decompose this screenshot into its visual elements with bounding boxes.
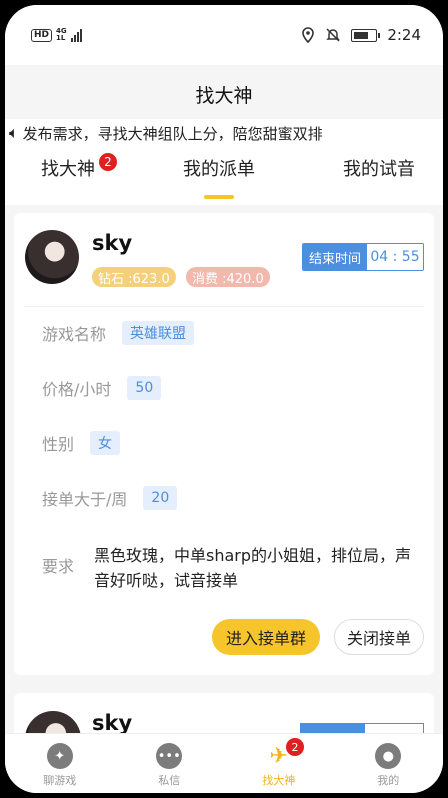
message-icon: ••• [156, 743, 183, 769]
nav-label: 私信 [158, 774, 181, 787]
end-time-value: 04 : 55 [367, 244, 423, 270]
speaker-icon: 🔈︎ [9, 123, 19, 142]
tab-my-orders[interactable]: 我的派单 [183, 147, 255, 189]
game-label: 游戏名称 [42, 325, 107, 344]
gender-row: 性别 女 [42, 431, 121, 455]
tab-bar: 找大神 2 我的派单 我的试音 [5, 147, 443, 205]
gender-tag: 女 [90, 431, 121, 455]
price-label: 价格/小时 [42, 380, 112, 399]
diamond-badge: 钻石 :623.0 [92, 267, 176, 287]
end-time-box: 结束时间 04 : 55 [302, 243, 424, 271]
chat-game-icon: ✦ [46, 743, 73, 769]
user-icon: ● [375, 743, 402, 769]
network-sub: 1L [56, 34, 66, 42]
nav-chat-game[interactable]: ✦ 聊游戏 [5, 734, 115, 793]
requirement-text: 黑色玫瑰，中单sharp的小姐姐，排位局，声音好听哒，试音接单 [94, 546, 412, 590]
signal-icon [70, 28, 82, 42]
game-row: 游戏名称 英雄联盟 [42, 321, 195, 345]
price-row: 价格/小时 50 [42, 376, 162, 400]
gender-label: 性别 [42, 435, 75, 454]
nav-label: 我的 [377, 774, 400, 787]
nav-find-master[interactable]: ✈ 2 找大神 [224, 734, 334, 793]
avatar[interactable] [25, 230, 79, 284]
battery-icon [351, 28, 381, 42]
status-bar: HD 4G 1L 2:24 [5, 5, 443, 65]
hd-indicator: HD [31, 28, 53, 42]
page-title: 找大神 [5, 65, 443, 123]
tab-label: 找大神 [41, 159, 95, 180]
tab-badge: 2 [99, 153, 117, 171]
status-left: HD 4G 1L [31, 28, 82, 42]
status-right: 2:24 [301, 26, 421, 44]
requirement-row: 要求 [42, 553, 74, 577]
end-time-label: 结束时间 [303, 244, 367, 270]
bottom-nav: ✦ 聊游戏 ••• 私信 ✈ 2 找大神 ● 我的 [5, 733, 443, 793]
location-icon [302, 27, 315, 43]
username: sky [92, 231, 133, 255]
weekly-row: 接单大于/周 20 [42, 486, 178, 510]
nav-badge: 2 [286, 738, 304, 756]
username: sky [92, 711, 133, 735]
join-group-button[interactable]: 进入接单群 [212, 619, 320, 655]
tab-label: 我的派单 [183, 159, 255, 180]
tab-label: 我的试音 [343, 159, 415, 180]
tab-my-audition[interactable]: 我的试音 [343, 147, 415, 189]
close-order-button[interactable]: 关闭接单 [334, 619, 424, 655]
mute-bell-icon [326, 28, 341, 42]
price-tag: 50 [127, 376, 162, 400]
weekly-label: 接单大于/周 [42, 490, 128, 509]
nav-me[interactable]: ● 我的 [334, 734, 444, 793]
weekly-tag: 20 [143, 486, 178, 510]
nav-label: 聊游戏 [43, 774, 77, 787]
tab-find-master[interactable]: 找大神 2 [41, 147, 117, 189]
requirement-label: 要求 [42, 557, 75, 576]
game-tag: 英雄联盟 [122, 321, 195, 345]
network-type: 4G 1L [56, 28, 67, 42]
nav-messages[interactable]: ••• 私信 [115, 734, 225, 793]
divider [24, 306, 424, 307]
order-card: sky 钻石 :623.0 消费 :420.0 结束时间 04 : 55 游戏名… [14, 213, 434, 675]
notice-text: 发布需求，寻找大神组队上分，陪您甜蜜双排 [22, 124, 323, 143]
status-time: 2:24 [387, 26, 421, 44]
phone-screen: HD 4G 1L 2:24 找大神 🔈︎ 发布需求，寻找大神组队上分，陪您甜蜜双… [5, 5, 443, 793]
nav-label: 找大神 [262, 774, 296, 787]
spend-badge: 消费 :420.0 [186, 267, 270, 287]
notice-bar: 🔈︎ 发布需求，寻找大神组队上分，陪您甜蜜双排 [5, 119, 443, 147]
